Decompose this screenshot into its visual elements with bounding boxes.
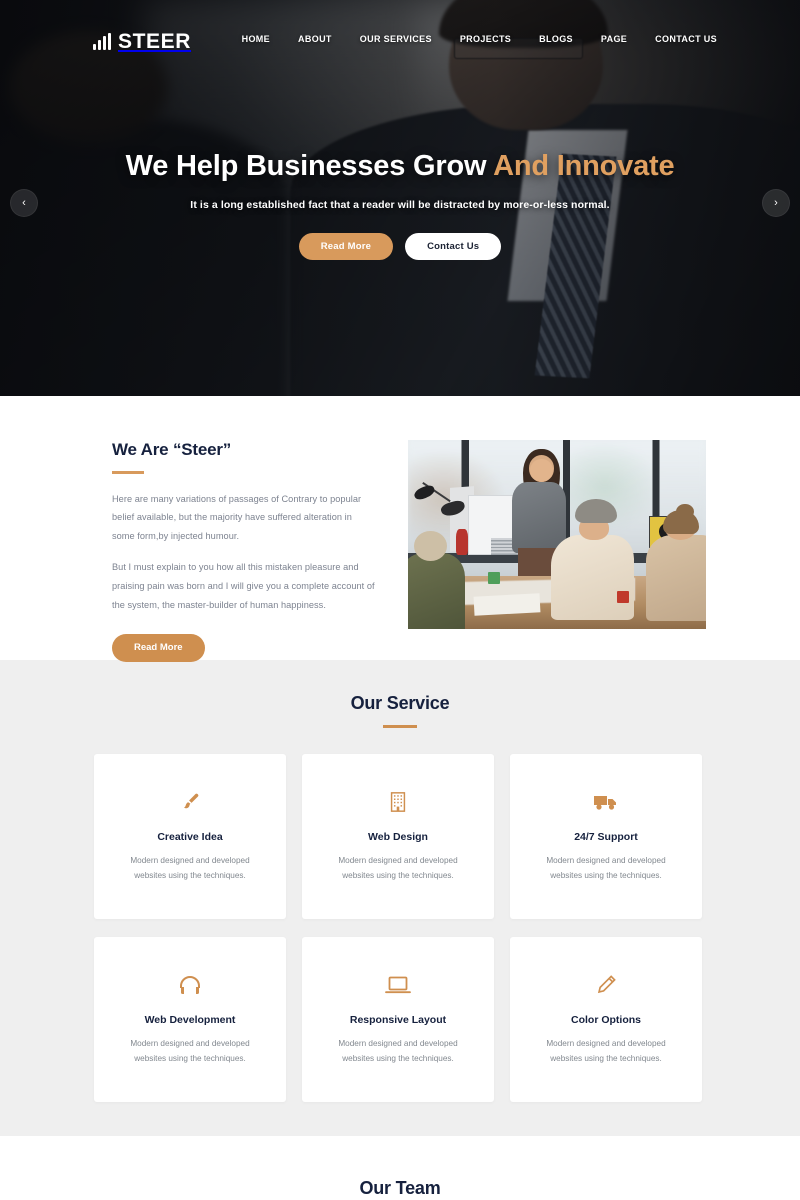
service-card-title: Web Design bbox=[368, 830, 428, 843]
nav-item-about[interactable]: ABOUT bbox=[284, 34, 346, 44]
service-card-support[interactable]: 24/7 Support Modern designed and develop… bbox=[510, 753, 702, 919]
services-card-grid: Creative Idea Modern designed and develo… bbox=[94, 753, 706, 1102]
about-title: We Are “Steer” bbox=[112, 440, 232, 459]
hero-contact-us-button[interactable]: Contact Us bbox=[405, 233, 502, 261]
service-card-desc: Modern designed and developed websites u… bbox=[130, 1038, 250, 1064]
logo[interactable]: STEER bbox=[93, 30, 191, 54]
hero-content: We Help Businesses Grow And Innovate It … bbox=[0, 150, 800, 261]
nav-item-page[interactable]: PAGE bbox=[587, 34, 641, 44]
service-card-title: Creative Idea bbox=[157, 830, 223, 843]
service-card-responsive-layout[interactable]: Responsive Layout Modern designed and de… bbox=[302, 936, 494, 1102]
service-card-desc: Modern designed and developed websites u… bbox=[338, 1038, 458, 1064]
team-section: Our Team bbox=[0, 1136, 800, 1199]
headphones-icon bbox=[178, 972, 202, 998]
hero-buttons: Read More Contact Us bbox=[0, 233, 800, 261]
service-card-title: Color Options bbox=[571, 1013, 641, 1026]
service-card-web-development[interactable]: Web Development Modern designed and deve… bbox=[94, 936, 286, 1102]
about-section: We Are “Steer” Here are many variations … bbox=[0, 396, 800, 662]
pencil-icon bbox=[595, 972, 617, 998]
nav-item-home[interactable]: HOME bbox=[228, 34, 284, 44]
service-card-desc: Modern designed and developed websites u… bbox=[546, 1038, 666, 1064]
hero-read-more-button[interactable]: Read More bbox=[298, 233, 394, 261]
hero-section: STEER HOME ABOUT OUR SERVICES PROJECTS B… bbox=[0, 0, 800, 396]
service-card-title: Web Development bbox=[144, 1013, 236, 1026]
carousel-next-arrow-icon[interactable]: › bbox=[762, 189, 790, 217]
service-card-title: Responsive Layout bbox=[349, 1013, 447, 1026]
service-card-desc: Modern designed and developed websites u… bbox=[338, 855, 458, 881]
logo-text: STEER bbox=[118, 30, 192, 53]
hero-title-main: We Help Businesses Grow bbox=[125, 150, 487, 182]
nav-item-projects[interactable]: PROJECTS bbox=[446, 34, 525, 44]
service-card-desc: Modern designed and developed websites u… bbox=[130, 855, 250, 881]
truck-icon bbox=[593, 789, 619, 815]
nav-item-blogs[interactable]: BLOGS bbox=[525, 34, 587, 44]
about-paragraph-2: But I must explain to you how all this m… bbox=[112, 562, 375, 610]
service-card-desc: Modern designed and developed websites u… bbox=[546, 855, 666, 881]
services-section: Our Service Creative Idea Modern designe… bbox=[0, 660, 800, 1136]
hero-title: We Help Businesses Grow And Innovate bbox=[0, 150, 800, 183]
carousel-prev-arrow-icon[interactable]: ‹ bbox=[10, 189, 38, 217]
service-card-title: 24/7 Support bbox=[574, 830, 638, 843]
laptop-icon bbox=[385, 972, 411, 998]
services-title-underline bbox=[383, 725, 417, 728]
team-title: Our Team bbox=[359, 1178, 441, 1198]
hero-title-accent: And Innovate bbox=[493, 150, 675, 182]
about-title-underline bbox=[112, 471, 144, 474]
paint-brush-icon bbox=[179, 789, 201, 815]
service-card-color-options[interactable]: Color Options Modern designed and develo… bbox=[510, 936, 702, 1102]
nav-item-our-services[interactable]: OUR SERVICES bbox=[346, 34, 446, 44]
hero-subtitle: It is a long established fact that a rea… bbox=[190, 199, 610, 212]
about-paragraph-1: Here are many variations of passages of … bbox=[112, 493, 362, 542]
main-navigation: HOME ABOUT OUR SERVICES PROJECTS BLOGS P… bbox=[228, 34, 717, 44]
building-icon bbox=[388, 789, 408, 815]
nav-item-contact-us[interactable]: CONTACT US bbox=[641, 34, 717, 44]
about-read-more-button[interactable]: Read More bbox=[112, 633, 205, 662]
service-card-creative-idea[interactable]: Creative Idea Modern designed and develo… bbox=[94, 753, 286, 919]
bar-chart-icon bbox=[93, 33, 111, 50]
services-title: Our Service bbox=[350, 693, 450, 713]
about-image bbox=[408, 440, 706, 629]
service-card-web-design[interactable]: Web Design Modern designed and developed… bbox=[302, 753, 494, 919]
about-text-column: We Are “Steer” Here are many variations … bbox=[112, 440, 377, 662]
site-header: STEER HOME ABOUT OUR SERVICES PROJECTS B… bbox=[0, 0, 800, 82]
